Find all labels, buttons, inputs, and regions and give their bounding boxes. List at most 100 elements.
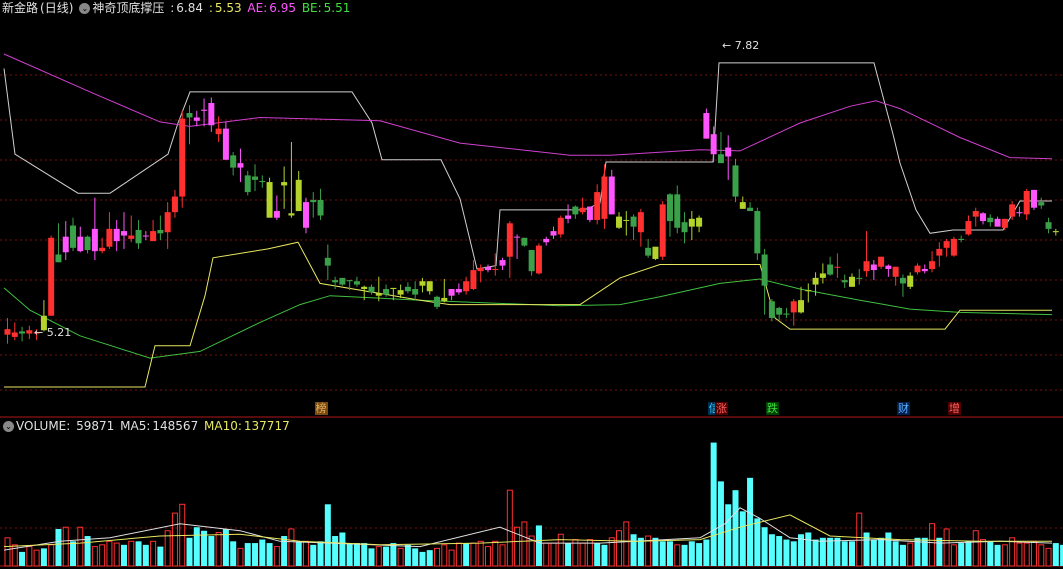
- candle-body: [91, 228, 98, 252]
- candle: [696, 215, 703, 233]
- candle: [616, 212, 623, 229]
- volume-bar: [186, 537, 193, 566]
- volume-bar: [383, 546, 390, 566]
- candle-body: [434, 296, 441, 307]
- candle: [237, 148, 244, 183]
- candle: [899, 274, 906, 297]
- volume-bar: [652, 537, 659, 566]
- volume-bar: [688, 541, 695, 566]
- volume-bar: [201, 530, 208, 566]
- volume-menu-icon[interactable]: ⌄: [3, 421, 14, 432]
- candle: [805, 283, 812, 303]
- indicator-menu-icon[interactable]: ⌄: [79, 3, 91, 14]
- candle-body: [623, 219, 630, 221]
- volume-bar: [470, 542, 477, 567]
- candle: [70, 217, 77, 252]
- candle: [1045, 217, 1052, 234]
- candle: [186, 105, 193, 145]
- candlestick-series[interactable]: [4, 97, 1059, 344]
- volume-bar: [499, 544, 506, 567]
- candle: [543, 236, 550, 246]
- candle: [674, 185, 681, 234]
- volume-bar: [885, 532, 892, 566]
- candle-body: [48, 237, 55, 316]
- volume-label[interactable]: VOLUME:: [16, 419, 70, 433]
- volume-bar: [244, 543, 251, 566]
- event-marker[interactable]: 涨: [714, 402, 728, 415]
- candle: [652, 246, 659, 261]
- volume-bar: [484, 546, 491, 567]
- candle: [506, 221, 513, 278]
- candle: [310, 192, 317, 218]
- candle-body: [666, 194, 673, 222]
- ae-value: 6.95: [269, 1, 296, 15]
- candle: [834, 253, 841, 278]
- candle: [463, 276, 470, 295]
- candle: [426, 281, 433, 295]
- event-marker[interactable]: 财: [896, 402, 910, 415]
- candle-body: [186, 113, 193, 118]
- event-marker[interactable]: 榜: [314, 402, 328, 415]
- candle: [448, 289, 455, 301]
- candle-body: [907, 275, 914, 287]
- volume-bar: [48, 544, 55, 567]
- candle: [725, 135, 732, 180]
- candle: [768, 299, 775, 322]
- volume-bar: [892, 541, 899, 566]
- candle-body: [295, 179, 302, 212]
- candle-body: [361, 286, 368, 290]
- candle-body: [798, 300, 805, 313]
- volume-bars[interactable]: [4, 442, 1063, 567]
- event-marker[interactable]: 跌: [765, 402, 779, 415]
- volume-bar: [579, 542, 586, 567]
- volume-bar: [215, 532, 222, 567]
- volume-bar: [477, 540, 484, 567]
- volume-bar: [972, 530, 979, 567]
- volume-bar: [1001, 544, 1008, 567]
- volume-bar: [419, 551, 426, 566]
- candle: [441, 278, 448, 303]
- candle: [252, 164, 259, 191]
- candle-body: [113, 228, 120, 242]
- indicator-name[interactable]: 神奇顶底撑压: [92, 1, 164, 15]
- candle: [4, 317, 11, 344]
- volume-bar: [754, 518, 761, 566]
- candle-body: [550, 231, 557, 236]
- candle: [739, 196, 746, 209]
- volume-bar: [26, 546, 33, 567]
- price-grid: [0, 74, 1063, 567]
- candle: [302, 197, 309, 234]
- volume-bar: [601, 544, 608, 566]
- candle-body: [171, 196, 178, 213]
- volume-bar: [827, 537, 834, 566]
- event-marker[interactable]: 增: [947, 402, 961, 415]
- volume-bar: [987, 541, 994, 566]
- volume-bar: [1038, 544, 1045, 567]
- candle-body: [878, 256, 885, 267]
- candle-body: [404, 286, 411, 292]
- candle: [994, 216, 1001, 227]
- candle: [164, 202, 171, 249]
- candle-body: [958, 238, 965, 241]
- volume-bar: [310, 544, 317, 566]
- candle-body: [441, 297, 448, 302]
- volume-bar: [841, 541, 848, 566]
- candle-body: [747, 207, 754, 212]
- volume-bar: [783, 539, 790, 566]
- candle: [870, 260, 877, 281]
- volume-bar: [1052, 543, 1059, 566]
- candle: [659, 201, 666, 261]
- candle-body: [390, 287, 397, 290]
- candle: [965, 215, 972, 236]
- candle: [113, 219, 120, 252]
- candle-body: [346, 280, 353, 282]
- be-value: 5.51: [323, 1, 351, 15]
- candle-body: [1009, 204, 1016, 217]
- candle: [703, 108, 710, 139]
- volume-bar: [62, 526, 69, 567]
- candle: [841, 274, 848, 288]
- volume-bar: [463, 543, 470, 566]
- candle-body: [929, 261, 936, 269]
- candle: [484, 264, 491, 273]
- candle: [732, 158, 739, 203]
